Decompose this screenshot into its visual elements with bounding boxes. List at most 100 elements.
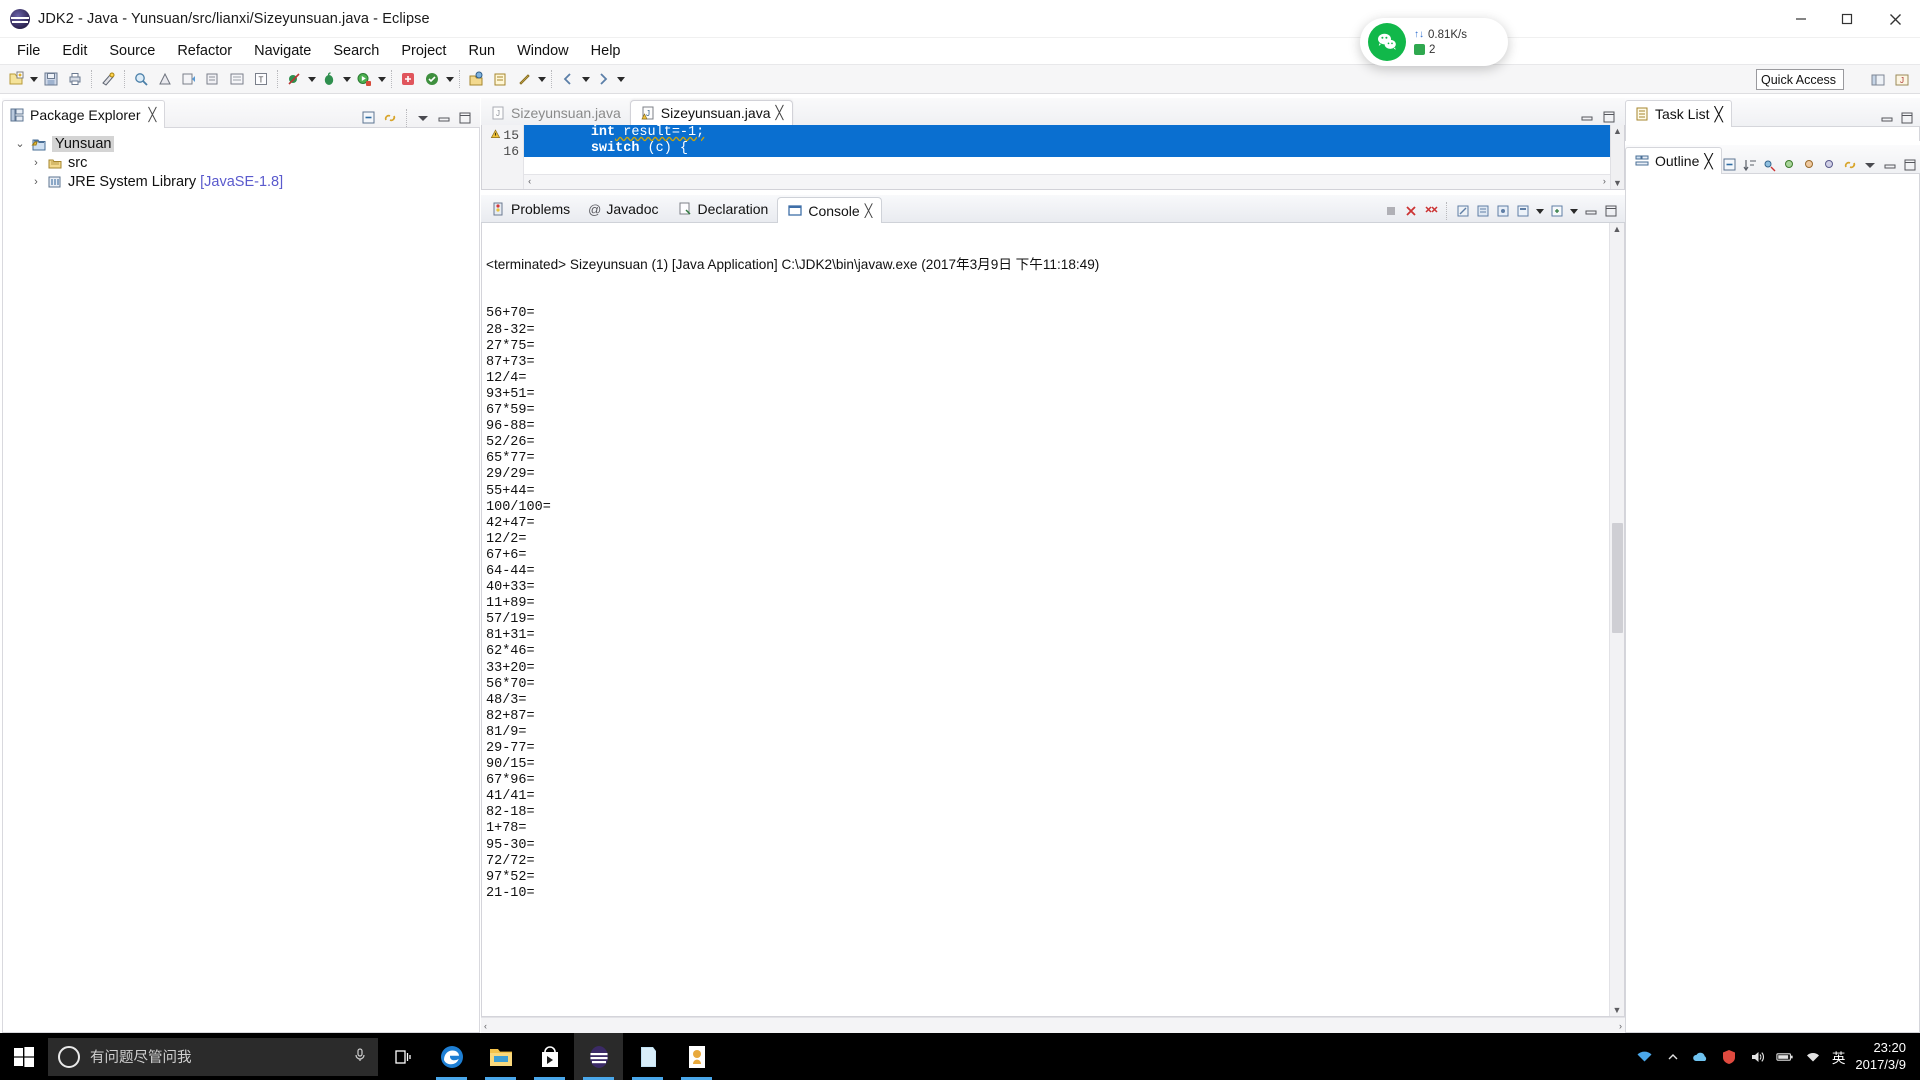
menu-run[interactable]: Run xyxy=(457,41,506,61)
new-java-project-icon[interactable] xyxy=(421,68,443,90)
skip-breakpoints-icon[interactable] xyxy=(283,68,305,90)
maximize-outline-icon[interactable] xyxy=(1902,156,1919,173)
debug-icon[interactable] xyxy=(318,68,340,90)
wifi-icon[interactable] xyxy=(1804,1048,1822,1066)
maximize-view-icon[interactable] xyxy=(456,109,474,127)
maximize-console-icon[interactable] xyxy=(1602,203,1619,220)
editor-body[interactable]: 15 16 int result=-1; switch (c) { ‹ › ▲ … xyxy=(481,125,1625,190)
menu-search[interactable]: Search xyxy=(322,41,390,61)
battery-icon[interactable] xyxy=(1776,1048,1794,1066)
collapse-all-icon[interactable] xyxy=(360,109,378,127)
open-perspective-icon[interactable] xyxy=(1868,70,1888,90)
previous-annotation-icon[interactable] xyxy=(202,68,224,90)
console-display-dropdown[interactable] xyxy=(1534,200,1545,222)
print-icon[interactable] xyxy=(64,68,86,90)
remove-all-terminated-icon[interactable] xyxy=(1422,203,1439,220)
notepad-icon[interactable] xyxy=(623,1033,672,1080)
remove-launch-icon[interactable] xyxy=(1402,203,1419,220)
scrollbar-thumb[interactable] xyxy=(1612,523,1623,633)
open-type-icon[interactable]: T xyxy=(250,68,272,90)
tree-row[interactable]: › src xyxy=(13,153,479,172)
scroll-left-icon[interactable]: ‹ xyxy=(527,177,532,187)
tree-row[interactable]: › JRE System Library [JavaSE-1.8] xyxy=(13,172,479,191)
open-console-icon[interactable] xyxy=(1548,203,1565,220)
clear-console-icon[interactable] xyxy=(1454,203,1471,220)
quick-access-input[interactable]: Quick Access xyxy=(1756,69,1844,90)
close-icon[interactable]: ╳ xyxy=(776,105,784,121)
last-edit-location-icon[interactable] xyxy=(226,68,248,90)
minimize-button[interactable] xyxy=(1778,0,1824,38)
edge-browser-icon[interactable] xyxy=(427,1033,476,1080)
run-icon[interactable] xyxy=(353,68,375,90)
clock[interactable]: 23:20 2017/3/9 xyxy=(1855,1040,1912,1073)
maximize-button[interactable] xyxy=(1824,0,1870,38)
close-icon[interactable]: ╳ xyxy=(1714,106,1722,123)
network-icon[interactable] xyxy=(1636,1048,1654,1066)
minimize-view-icon[interactable] xyxy=(435,109,453,127)
console-vscrollbar[interactable]: ▲ ▼ xyxy=(1609,223,1624,1016)
run-external-tools-icon[interactable] xyxy=(397,68,419,90)
onedrive-icon[interactable] xyxy=(1692,1048,1710,1066)
menu-project[interactable]: Project xyxy=(390,41,457,61)
scroll-lock-icon[interactable] xyxy=(1474,203,1491,220)
tab-task-list[interactable]: Task List ╳ xyxy=(1625,100,1732,127)
chevron-right-icon[interactable]: › xyxy=(29,157,43,169)
editor-hscrollbar[interactable]: ‹ › xyxy=(524,174,1610,189)
forward-icon[interactable] xyxy=(592,68,614,90)
ime-indicator[interactable]: 英 xyxy=(1832,1047,1846,1067)
menu-edit[interactable]: Edit xyxy=(51,41,98,61)
code-area[interactable]: int result=-1; switch (c) { ‹ › xyxy=(524,125,1610,189)
minimize-console-icon[interactable] xyxy=(1582,203,1599,220)
menu-help[interactable]: Help xyxy=(580,41,632,61)
open-task-icon[interactable] xyxy=(489,68,511,90)
skip-breakpoints-dropdown[interactable] xyxy=(306,68,317,90)
editor-vscrollbar[interactable]: ▲ ▼ xyxy=(1610,125,1624,189)
tab-problems[interactable]: Problems xyxy=(481,196,579,222)
scroll-right-icon[interactable]: › xyxy=(1602,177,1607,187)
terminate-icon[interactable] xyxy=(1382,203,1399,220)
menu-file[interactable]: File xyxy=(6,41,51,61)
java-perspective-icon[interactable]: J xyxy=(1892,70,1912,90)
save-icon[interactable] xyxy=(40,68,62,90)
file-explorer-icon[interactable] xyxy=(476,1033,525,1080)
show-hidden-icons-icon[interactable] xyxy=(1664,1048,1682,1066)
chevron-down-icon[interactable]: ⌄ xyxy=(13,137,27,150)
pin-icon[interactable] xyxy=(513,68,535,90)
minimize-editor-icon[interactable] xyxy=(1579,109,1595,125)
outline-view-menu-icon[interactable] xyxy=(1862,156,1879,173)
close-icon[interactable]: ╳ xyxy=(149,107,157,123)
forward-dropdown[interactable] xyxy=(615,68,626,90)
hide-static-icon[interactable] xyxy=(1782,156,1799,173)
next-annotation-icon[interactable] xyxy=(178,68,200,90)
menu-navigate[interactable]: Navigate xyxy=(243,41,322,61)
close-button[interactable] xyxy=(1870,0,1920,38)
maximize-editor-icon[interactable] xyxy=(1601,109,1617,125)
minimize-outline-icon[interactable] xyxy=(1882,156,1899,173)
console-hscrollbar[interactable]: ‹ › xyxy=(481,1017,1625,1033)
menu-window[interactable]: Window xyxy=(506,41,580,61)
back-icon[interactable] xyxy=(557,68,579,90)
scroll-up-icon[interactable]: ▲ xyxy=(1613,126,1622,136)
toggle-mark-occurrences-icon[interactable] xyxy=(154,68,176,90)
console-output[interactable]: <terminated> Sizeyunsuan (1) [Java Appli… xyxy=(482,223,1609,1016)
pin-dropdown[interactable] xyxy=(536,68,547,90)
search-icon[interactable] xyxy=(130,68,152,90)
minimize-task-icon[interactable] xyxy=(1878,109,1895,126)
collapse-all-icon[interactable] xyxy=(1722,156,1739,173)
microphone-icon[interactable] xyxy=(352,1047,368,1067)
quick-fix-icon[interactable] xyxy=(97,68,119,90)
scroll-left-icon[interactable]: ‹ xyxy=(484,1021,487,1031)
hide-local-types-icon[interactable] xyxy=(1822,156,1839,173)
scroll-down-icon[interactable]: ▼ xyxy=(1613,178,1622,188)
link-with-editor-icon[interactable] xyxy=(1842,156,1859,173)
close-icon[interactable]: ╳ xyxy=(865,203,873,218)
hide-fields-icon[interactable] xyxy=(1762,156,1779,173)
new-java-package-icon[interactable] xyxy=(465,68,487,90)
new-wizard-dropdown[interactable] xyxy=(28,68,39,90)
close-icon[interactable]: ╳ xyxy=(1704,153,1712,170)
volume-icon[interactable] xyxy=(1748,1048,1766,1066)
network-speed-popup[interactable]: ↑↓ 0.81K/s 2 xyxy=(1360,18,1508,66)
menu-refactor[interactable]: Refactor xyxy=(166,41,243,61)
run-dropdown[interactable] xyxy=(376,68,387,90)
maximize-task-icon[interactable] xyxy=(1898,109,1915,126)
